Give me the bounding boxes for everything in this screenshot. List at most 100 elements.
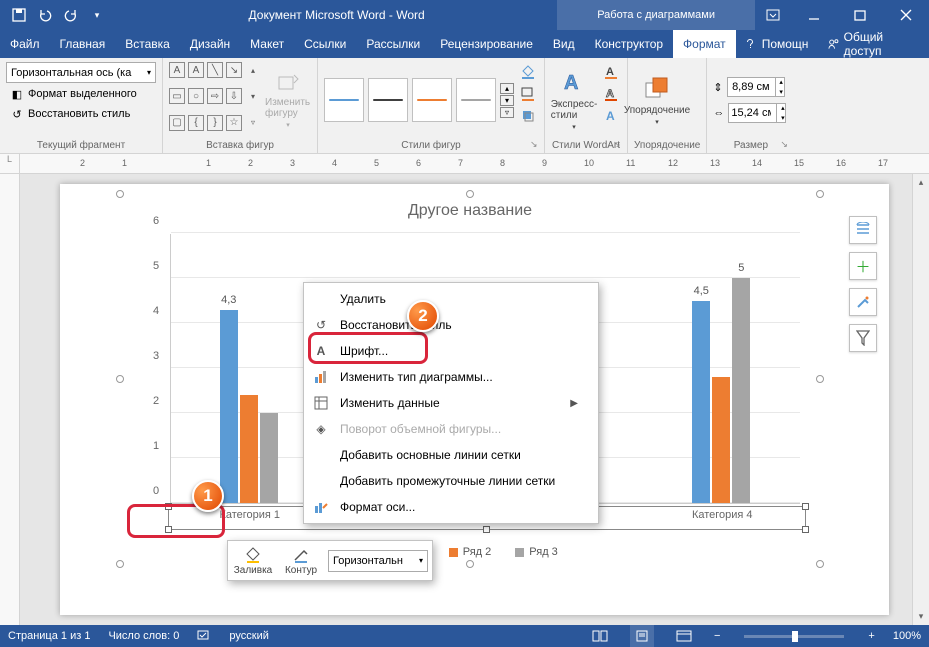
zoom-thumb[interactable] — [792, 631, 798, 642]
dialog-launcher-icon[interactable]: ↘ — [780, 139, 792, 151]
mini-fill-button[interactable]: Заливка — [232, 545, 274, 576]
axis-handle[interactable] — [802, 526, 809, 533]
menu-add-major-gridlines[interactable]: Добавить основные линии сетки — [304, 442, 598, 468]
chart-elements-button[interactable]: ＋ — [849, 252, 877, 280]
shape-rarrow-icon[interactable]: ⇨ — [207, 88, 223, 104]
view-print-icon[interactable] — [630, 625, 654, 647]
tab-file[interactable]: Файл — [0, 30, 50, 58]
axis-handle[interactable] — [165, 526, 172, 533]
zoom-slider[interactable] — [744, 635, 844, 638]
tab-insert[interactable]: Вставка — [115, 30, 180, 58]
shape-star-icon[interactable]: ☆ — [226, 115, 242, 131]
resize-handle[interactable] — [116, 375, 124, 383]
wordart-quick-styles[interactable]: A Экспресс-стили▾ — [551, 62, 597, 138]
tell-me[interactable]: Помощн — [736, 30, 819, 58]
text-effects-button[interactable]: A — [601, 106, 621, 126]
menu-reset-style[interactable]: ↺Восстановить стиль — [304, 312, 598, 338]
format-selection-button[interactable]: ◧Формат выделенного — [6, 85, 156, 103]
style-blue[interactable] — [324, 78, 364, 122]
mini-outline-button[interactable]: Контур — [280, 545, 322, 576]
resize-handle[interactable] — [816, 560, 824, 568]
chart-filters-button[interactable] — [849, 324, 877, 352]
minimize-icon[interactable] — [791, 0, 837, 30]
tab-layout[interactable]: Макет — [240, 30, 294, 58]
tab-chart-design[interactable]: Конструктор — [585, 30, 673, 58]
shape-brace-icon[interactable]: { — [188, 115, 204, 131]
axis-handle[interactable] — [802, 503, 809, 510]
shape-oval-icon[interactable]: ○ — [188, 88, 204, 104]
spin-up-icon[interactable]: ▴ — [776, 103, 788, 113]
spin-up-icon[interactable]: ▴ — [775, 77, 787, 87]
mini-element-selector[interactable]: Горизонтальн▾ — [328, 550, 428, 572]
chart-title[interactable]: Другое название — [120, 194, 820, 224]
shape-outline-button[interactable] — [518, 84, 538, 104]
share-button[interactable]: Общий доступ — [818, 30, 929, 58]
vertical-ruler[interactable] — [0, 174, 20, 625]
dialog-launcher-icon[interactable]: ↘ — [530, 139, 542, 151]
tab-home[interactable]: Главная — [50, 30, 116, 58]
tab-design[interactable]: Дизайн — [180, 30, 240, 58]
vertical-scrollbar[interactable]: ▴ ▾ — [912, 174, 929, 625]
tab-review[interactable]: Рецензирование — [430, 30, 543, 58]
chart-element-selector[interactable]: Горизонтальная ось (ка▾ — [6, 62, 156, 83]
shape-downarrow-icon[interactable]: ⇩ — [226, 88, 242, 104]
maximize-icon[interactable] — [837, 0, 883, 30]
style-orange[interactable] — [412, 78, 452, 122]
zoom-in-button[interactable]: + — [868, 630, 874, 642]
shape-gallery-more2-icon[interactable]: ▾ — [245, 88, 261, 104]
gallery-down-icon[interactable]: ▾ — [500, 95, 514, 106]
scroll-down-icon[interactable]: ▾ — [913, 608, 929, 625]
resize-handle[interactable] — [466, 190, 474, 198]
resize-handle[interactable] — [116, 560, 124, 568]
tab-format[interactable]: Формат — [673, 30, 736, 58]
resize-handle[interactable] — [466, 560, 474, 568]
menu-add-minor-gridlines[interactable]: Добавить промежуточные линии сетки — [304, 468, 598, 494]
dialog-launcher-icon[interactable]: ↘ — [613, 139, 625, 151]
status-spellcheck-icon[interactable] — [197, 628, 211, 645]
shape-styles-gallery[interactable]: ▴ ▾ ▿ — [324, 62, 514, 138]
tab-references[interactable]: Ссылки — [294, 30, 356, 58]
shape-line-icon[interactable]: ╲ — [207, 62, 223, 78]
text-outline-button[interactable]: A — [601, 84, 621, 104]
zoom-out-button[interactable]: − — [714, 630, 720, 642]
chart-styles-button[interactable] — [849, 288, 877, 316]
view-read-icon[interactable] — [588, 625, 612, 647]
shape-textbox2-icon[interactable]: A — [188, 62, 204, 78]
shape-roundrect-icon[interactable]: ▢ — [169, 115, 185, 131]
menu-delete[interactable]: Удалить — [304, 286, 598, 312]
spin-down-icon[interactable]: ▾ — [775, 87, 787, 97]
undo-icon[interactable] — [34, 4, 56, 26]
tab-view[interactable]: Вид — [543, 30, 585, 58]
menu-edit-data[interactable]: Изменить данные▶ — [304, 390, 598, 416]
menu-change-chart-type[interactable]: Изменить тип диаграммы... — [304, 364, 598, 390]
text-fill-button[interactable]: A — [601, 62, 621, 82]
view-web-icon[interactable] — [672, 625, 696, 647]
status-page[interactable]: Страница 1 из 1 — [8, 630, 90, 642]
shape-arrow-icon[interactable]: ↘ — [226, 62, 242, 78]
style-black[interactable] — [368, 78, 408, 122]
shape-effects-button[interactable] — [518, 106, 538, 126]
qat-more-icon[interactable]: ▾ — [86, 4, 108, 26]
horizontal-ruler[interactable]: 211234567891011121314151617 — [20, 154, 929, 173]
shape-fill-button[interactable] — [518, 62, 538, 82]
gallery-up-icon[interactable]: ▴ — [500, 83, 514, 94]
chart-legend[interactable]: Ряд 1 Ряд 2 Ряд 3 — [120, 546, 820, 558]
layout-options-button[interactable] — [849, 216, 877, 244]
reset-style-button[interactable]: ↺Восстановить стиль — [6, 105, 156, 123]
redo-icon[interactable] — [60, 4, 82, 26]
ribbon-options-icon[interactable] — [755, 0, 791, 30]
menu-font[interactable]: AШрифт... — [304, 338, 598, 364]
shape-brace2-icon[interactable]: } — [207, 115, 223, 131]
shape-textbox-icon[interactable]: A — [169, 62, 185, 78]
save-icon[interactable] — [8, 4, 30, 26]
zoom-level[interactable]: 100% — [893, 630, 921, 642]
arrange-button[interactable]: Упорядочение▾ — [634, 62, 680, 138]
status-language[interactable]: русский — [229, 630, 268, 642]
close-icon[interactable] — [883, 0, 929, 30]
status-word-count[interactable]: Число слов: 0 — [108, 630, 179, 642]
shape-rect-icon[interactable]: ▭ — [169, 88, 185, 104]
resize-handle[interactable] — [816, 375, 824, 383]
resize-handle[interactable] — [116, 190, 124, 198]
gallery-expand-icon[interactable]: ▿ — [500, 107, 514, 118]
menu-format-axis[interactable]: Формат оси... — [304, 494, 598, 520]
